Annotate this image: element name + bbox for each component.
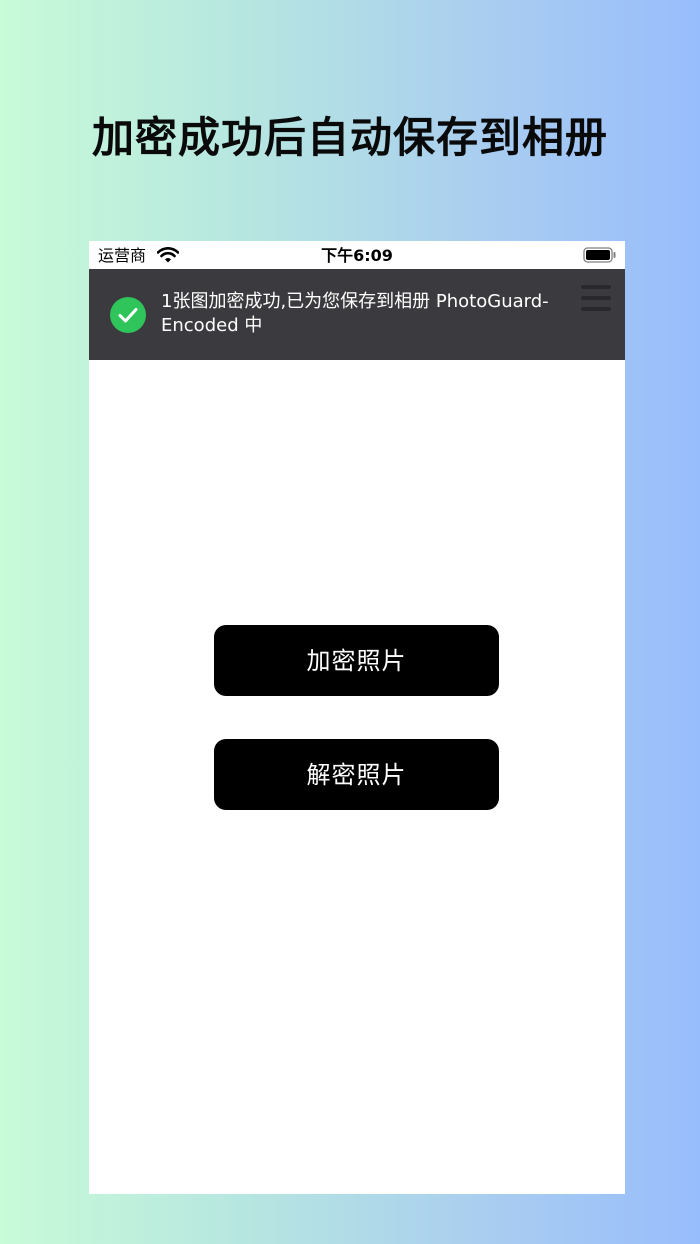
toast-message: 1张图加密成功,已为您保存到相册 PhotoGuard-Encoded 中 xyxy=(161,291,549,336)
success-toast: 1张图加密成功,已为您保存到相册 PhotoGuard-Encoded 中 xyxy=(89,269,625,360)
decrypt-photo-button[interactable]: 解密照片 xyxy=(214,739,499,810)
battery-icon xyxy=(583,247,617,267)
status-bar: 运营商 下午6:09 xyxy=(89,241,625,269)
encrypt-photo-button[interactable]: 加密照片 xyxy=(214,625,499,696)
check-circle-icon xyxy=(110,297,146,333)
status-time: 下午6:09 xyxy=(321,246,393,265)
promo-headline: 加密成功后自动保存到相册 xyxy=(91,113,608,162)
phone-screen: 运营商 下午6:09 1张图加密成功,已为您保存到相册 PhotoGuard-E… xyxy=(89,241,625,1194)
